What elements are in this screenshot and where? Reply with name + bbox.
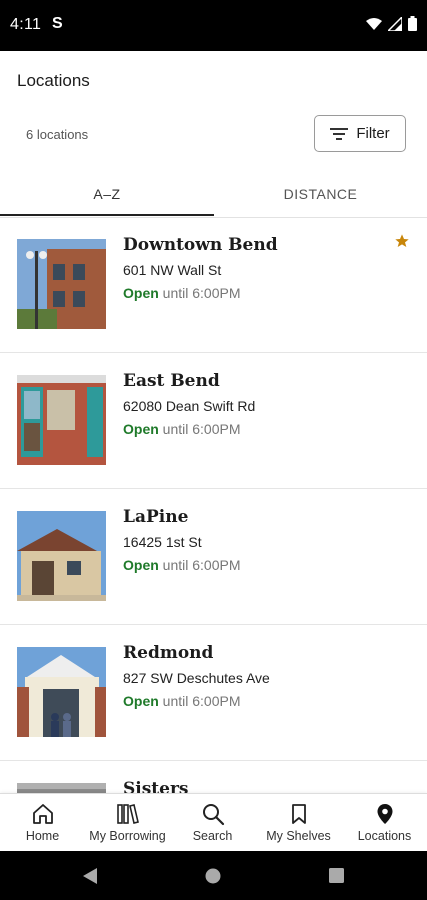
bottom-nav: Home My Borrowing Search My Shelves Loca… bbox=[0, 793, 427, 852]
nav-search-label: Search bbox=[192, 829, 233, 843]
app-indicator: S bbox=[52, 15, 63, 32]
tab-distance-label: DISTANCE bbox=[283, 186, 358, 202]
location-name: LaPine bbox=[123, 507, 189, 527]
location-address: 601 NW Wall St bbox=[123, 262, 222, 278]
page-title: Locations bbox=[17, 71, 90, 90]
nav-my-shelves-label: My Shelves bbox=[266, 829, 331, 843]
nav-my-borrowing[interactable]: My Borrowing bbox=[85, 794, 170, 852]
location-address: 827 SW Deschutes Ave bbox=[123, 670, 270, 686]
location-item-downtown-bend[interactable]: Downtown Bend 601 NW Wall St Open until … bbox=[0, 217, 427, 353]
location-hours: Open until 6:00PM bbox=[123, 285, 241, 301]
signal-icon bbox=[388, 16, 402, 31]
nav-home[interactable]: Home bbox=[0, 794, 85, 852]
filter-icon bbox=[330, 127, 349, 140]
nav-locations-label: Locations bbox=[357, 829, 412, 843]
status-time: 4:11 bbox=[10, 16, 42, 33]
hours-text: until 6:00PM bbox=[162, 285, 241, 301]
page-header: Locations 6 locations Filter bbox=[0, 51, 427, 171]
nav-home-label: Home bbox=[25, 829, 60, 843]
favorite-star-icon[interactable] bbox=[394, 233, 410, 249]
nav-my-borrowing-label: My Borrowing bbox=[89, 829, 166, 843]
filter-button[interactable]: Filter bbox=[314, 115, 406, 152]
hours-text: until 6:00PM bbox=[162, 693, 241, 709]
location-item-redmond[interactable]: Redmond 827 SW Deschutes Ave Open until … bbox=[0, 625, 427, 761]
open-status: Open bbox=[123, 557, 159, 573]
search-icon bbox=[202, 804, 224, 826]
location-photo bbox=[17, 783, 106, 793]
location-count: 6 locations bbox=[26, 127, 89, 142]
location-name: East Bend bbox=[123, 371, 220, 391]
location-hours: Open until 6:00PM bbox=[123, 693, 241, 709]
location-item-lapine[interactable]: LaPine 16425 1st St Open until 6:00PM bbox=[0, 489, 427, 625]
status-bar: 4:11 S bbox=[0, 0, 427, 51]
filter-label: Filter bbox=[356, 125, 390, 142]
location-address: 16425 1st St bbox=[123, 534, 202, 550]
battery-icon bbox=[408, 16, 417, 31]
open-status: Open bbox=[123, 285, 159, 301]
location-hours: Open until 6:00PM bbox=[123, 421, 241, 437]
location-photo bbox=[17, 375, 106, 465]
open-status: Open bbox=[123, 421, 159, 437]
open-status: Open bbox=[123, 693, 159, 709]
location-name: Redmond bbox=[123, 643, 214, 663]
nav-locations[interactable]: Locations bbox=[342, 794, 427, 852]
recents-icon[interactable] bbox=[329, 868, 344, 883]
location-pin-icon bbox=[377, 804, 392, 824]
location-photo bbox=[17, 511, 106, 601]
books-icon bbox=[116, 804, 139, 824]
tab-distance[interactable]: DISTANCE bbox=[214, 171, 427, 217]
hours-text: until 6:00PM bbox=[162, 421, 241, 437]
location-photo bbox=[17, 647, 106, 737]
location-item-sisters[interactable]: Sisters bbox=[0, 761, 427, 793]
tab-a-z-label: A–Z bbox=[93, 186, 121, 202]
location-name: Sisters bbox=[123, 779, 189, 793]
tab-selected-indicator bbox=[0, 214, 214, 216]
location-photo bbox=[17, 239, 106, 329]
nav-search[interactable]: Search bbox=[170, 794, 255, 852]
system-nav-bar bbox=[0, 851, 427, 900]
hours-text: until 6:00PM bbox=[162, 557, 241, 573]
bookmark-icon bbox=[291, 804, 306, 824]
sort-tabs: A–Z DISTANCE bbox=[0, 171, 427, 218]
home-button-icon[interactable] bbox=[205, 868, 221, 884]
location-item-east-bend[interactable]: East Bend 62080 Dean Swift Rd Open until… bbox=[0, 353, 427, 489]
location-name: Downtown Bend bbox=[123, 235, 278, 255]
nav-my-shelves[interactable]: My Shelves bbox=[256, 794, 341, 852]
back-icon[interactable] bbox=[82, 867, 98, 885]
tab-a-z[interactable]: A–Z bbox=[0, 171, 214, 217]
status-icons bbox=[366, 16, 417, 31]
location-list: Downtown Bend 601 NW Wall St Open until … bbox=[0, 217, 427, 793]
location-address: 62080 Dean Swift Rd bbox=[123, 398, 256, 414]
home-icon bbox=[32, 804, 53, 824]
wifi-icon bbox=[366, 17, 382, 30]
location-hours: Open until 6:00PM bbox=[123, 557, 241, 573]
